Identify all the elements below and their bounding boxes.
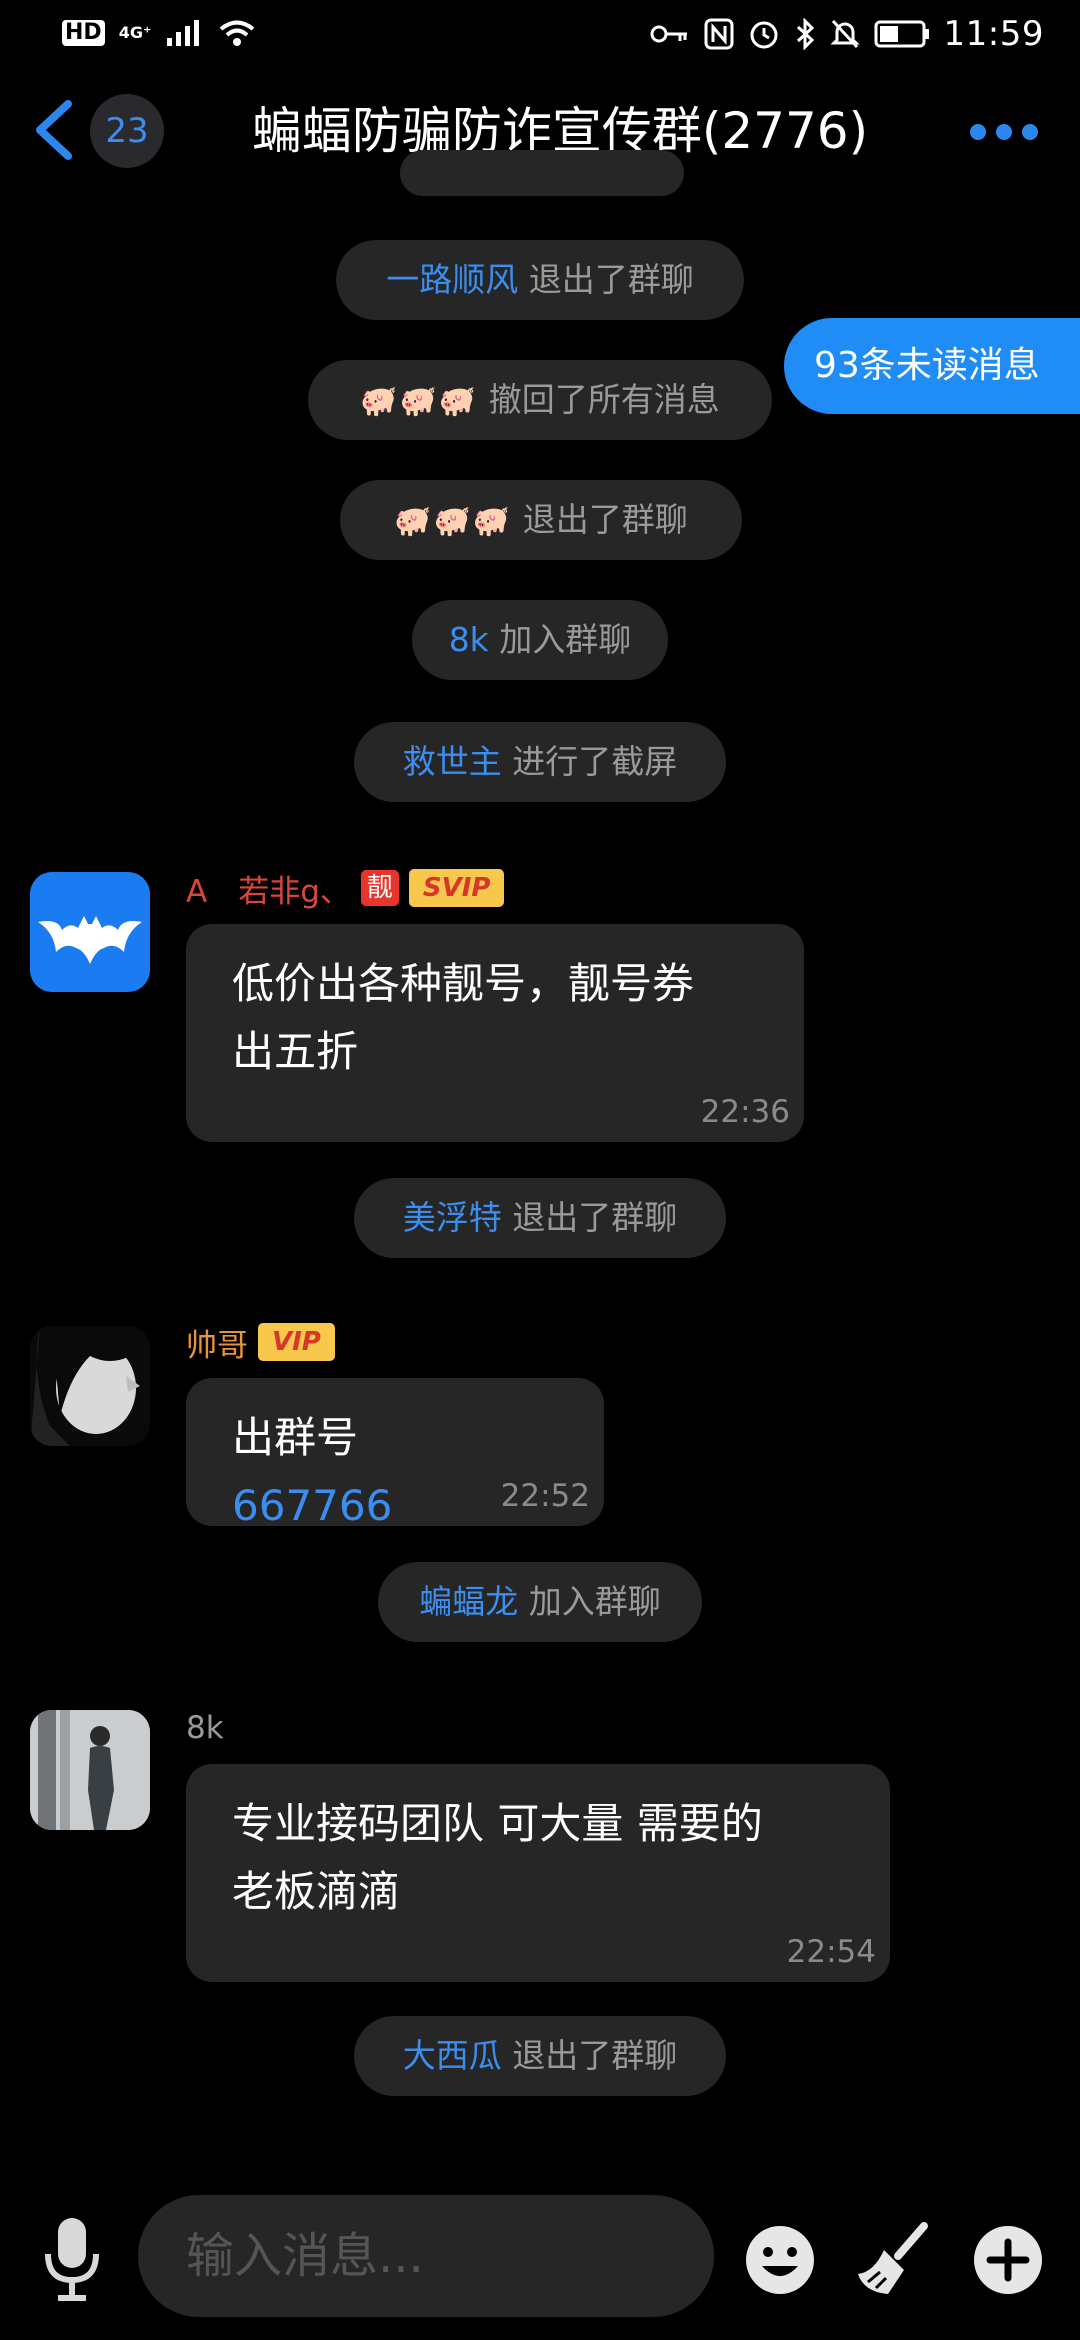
chevron-left-icon[interactable] (28, 98, 80, 162)
vip-badge: VIP (258, 1323, 335, 1361)
wifi-icon (220, 20, 255, 46)
member-name[interactable]: 大西瓜 (403, 2036, 502, 2075)
svip-badge: SVIP (408, 869, 505, 907)
system-action: 撤回了所有消息 (488, 380, 720, 419)
system-action: 加入群聊 (528, 1582, 661, 1621)
battery-icon (874, 20, 929, 48)
broom-icon[interactable] (854, 2222, 930, 2298)
sender-name[interactable]: 8k (186, 1710, 224, 1746)
hd-indicator: HD (62, 20, 105, 46)
member-name[interactable]: 蝙蝠龙 (419, 1582, 518, 1621)
message-text: 专业接码团队 可大量 需要的 老板滴滴 (232, 1799, 763, 1916)
system-message: 8k 加入群聊 (412, 600, 668, 680)
member-name[interactable]: 美浮特 (403, 1198, 502, 1237)
message-text: 低价出各种靓号，靓号券 出五折 (232, 959, 695, 1076)
portrait-image (30, 1326, 150, 1446)
system-message: 一路顺风 退出了群聊 (336, 240, 744, 320)
message-bubble[interactable]: 出群号 667766 22:52 (186, 1378, 604, 1530)
pig-emoji-name: 🐖🐖🐖 (360, 384, 479, 419)
system-message: 蝙蝠龙 加入群聊 (378, 1562, 702, 1642)
key-icon (650, 25, 687, 43)
portrait-avatar[interactable] (30, 1326, 150, 1446)
mute-icon (829, 19, 860, 49)
system-action: 进行了截屏 (512, 742, 678, 781)
unread-messages-pill[interactable]: 93条未读消息 (784, 318, 1080, 414)
message-text-main: 出群号 (232, 1413, 359, 1462)
sender-row: A 若非g、 靓 SVIP (186, 866, 505, 911)
system-message-partial (400, 150, 684, 196)
system-message: 🐖🐖🐖 退出了群聊 (340, 480, 742, 560)
sender-name[interactable]: A 若非g、 (186, 866, 351, 911)
photo-avatar[interactable] (30, 1710, 150, 1830)
more-dots-icon[interactable] (968, 122, 1040, 142)
sender-row: 帅哥 VIP (186, 1320, 335, 1365)
emoji-icon[interactable] (742, 2222, 818, 2298)
message-time: 22:52 (500, 1478, 590, 1514)
message-text: 出群号 667766 (232, 1404, 558, 1540)
sender-name[interactable]: 帅哥 (186, 1320, 248, 1365)
sender-row: 8k (186, 1708, 224, 1748)
bat-logo-icon (38, 916, 142, 964)
member-name[interactable]: 救世主 (403, 742, 502, 781)
pig-emoji-name: 🐖🐖🐖 (394, 504, 513, 539)
system-message: 大西瓜 退出了群聊 (354, 2016, 726, 2096)
system-message: 救世主 进行了截屏 (354, 722, 726, 802)
microphone-icon[interactable] (40, 2214, 104, 2302)
alarm-icon (750, 21, 778, 49)
member-name[interactable]: 一路顺风 (386, 260, 518, 299)
signal-icon (167, 20, 200, 46)
bat-logo-avatar[interactable] (30, 872, 150, 992)
system-message: 美浮特 退出了群聊 (354, 1178, 726, 1258)
network-type: 4G⁺ (118, 23, 152, 42)
message-time: 22:54 (786, 1934, 876, 1970)
unread-count-badge[interactable]: 23 (90, 94, 164, 168)
system-action: 退出了群聊 (522, 500, 688, 539)
group-number-link[interactable]: 667766 (232, 1481, 392, 1530)
message-bubble[interactable]: 低价出各种靓号，靓号券 出五折 22:36 (186, 924, 804, 1142)
input-bar: 输入消息... (0, 2180, 1080, 2340)
plus-icon[interactable] (970, 2222, 1046, 2298)
bluetooth-icon (796, 18, 814, 50)
status-bar: HD 4G⁺ 11:59 (0, 0, 1080, 76)
system-action: 加入群聊 (499, 620, 632, 659)
system-action: 退出了群聊 (512, 1198, 678, 1237)
nfc-icon (704, 18, 734, 50)
clock: 11:59 (943, 14, 1044, 54)
message-bubble[interactable]: 专业接码团队 可大量 需要的 老板滴滴 22:54 (186, 1764, 890, 1982)
system-message: 🐖🐖🐖 撤回了所有消息 (308, 360, 772, 440)
message-input[interactable]: 输入消息... (138, 2195, 714, 2317)
photo-image (30, 1710, 150, 1830)
liang-badge: 靓 (360, 870, 399, 906)
system-action: 退出了群聊 (528, 260, 694, 299)
system-action: 退出了群聊 (512, 2036, 678, 2075)
message-time: 22:36 (700, 1094, 790, 1130)
member-name[interactable]: 8k (449, 620, 489, 659)
